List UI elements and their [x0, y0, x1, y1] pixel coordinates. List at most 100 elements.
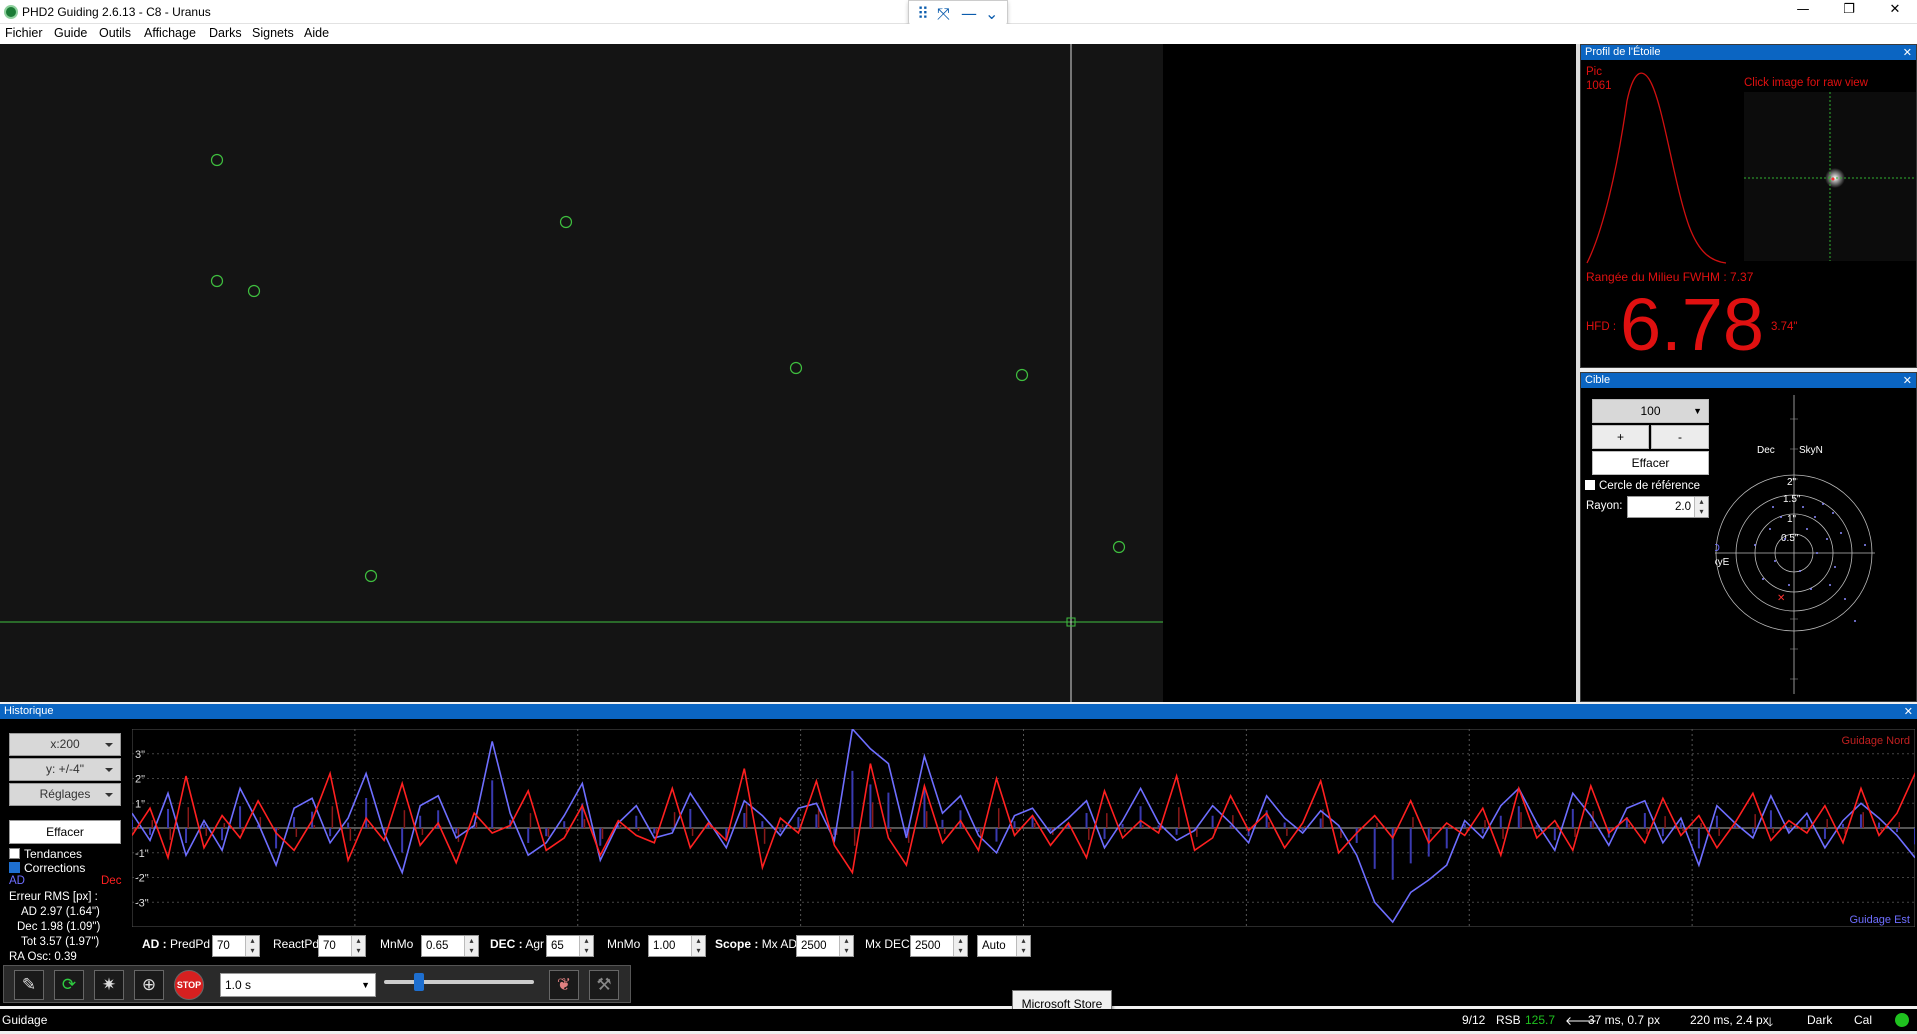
toolbar-group: ✎ ⟳ ✷ ⊕ STOP 1.0 s ▼ ❦ ⚒	[3, 965, 631, 1003]
ra-correction-bar	[203, 823, 206, 828]
exposure-select[interactable]: 1.0 s ▼	[220, 973, 376, 997]
zoom-select[interactable]: 100 ▼	[1592, 399, 1709, 423]
menu-guide[interactable]: Guide	[54, 26, 87, 40]
zoom-out-button[interactable]: -	[1651, 425, 1709, 449]
dec-correction-bar	[1124, 828, 1126, 832]
trends-checkbox[interactable]: Tendances	[9, 847, 82, 861]
predpd-input[interactable]: 70	[212, 935, 260, 957]
star-marker	[210, 153, 224, 167]
history-sidebar: x:200 y: +/-4" Réglages Effacer Tendance…	[0, 719, 128, 963]
ra-correction-bar	[1355, 828, 1358, 843]
target-point	[1784, 538, 1786, 540]
menu-fichier[interactable]: Fichier	[5, 26, 43, 40]
ra-correction-bar	[527, 828, 530, 843]
close-icon[interactable]: ✕	[1904, 704, 1913, 719]
close-button[interactable]: ✕	[1872, 0, 1917, 22]
y-tick-label: 2"	[135, 774, 145, 786]
ra-correction-bar	[329, 828, 332, 837]
stop-button[interactable]: STOP	[174, 970, 204, 1000]
scope-params-head: Scope : Mx AD	[715, 937, 797, 951]
target-plot: Dec SkyN 2" 1.5" 1" 0.5" SkyE AD ✕	[1715, 395, 1875, 694]
auto-select-star-icon[interactable]: ✷	[94, 970, 124, 1000]
dec-correction-bar	[1880, 828, 1882, 831]
checkbox-box[interactable]	[9, 862, 20, 873]
ra-correction-bar	[1319, 818, 1322, 828]
ra-correction-bar	[1409, 828, 1412, 864]
rms-tot: Tot 3.57 (1.97")	[21, 936, 100, 948]
x-scale-select[interactable]: x:200	[9, 733, 121, 756]
ra-correction-bar	[545, 828, 548, 837]
target-title: Cible	[1585, 374, 1611, 386]
snap-layout-bar[interactable]: ⠿ ⤧ — ⌄	[908, 0, 1008, 26]
dec-correction-bar	[475, 822, 478, 828]
menu-darks[interactable]: Darks	[209, 26, 242, 40]
brain-icon[interactable]: ❦	[549, 970, 579, 1000]
target-clear-button[interactable]: Effacer	[1592, 451, 1709, 475]
title-bar: PHD2 Guiding 2.6.13 - C8 - Uranus ⠿ ⤧ — …	[0, 0, 1917, 26]
dash-icon[interactable]: —	[961, 4, 977, 23]
star-overlay	[0, 44, 1163, 702]
gamma-slider-track[interactable]	[384, 980, 534, 984]
history-chart: 3" 2" 1" -1" -2" -3" Guidage Nord Guidage Est	[132, 729, 1915, 927]
dec-correction-bar	[763, 828, 766, 844]
gamma-slider-thumb[interactable]	[414, 973, 424, 991]
minimize-button[interactable]: —	[1780, 0, 1826, 22]
loop-icon[interactable]: ⟳	[54, 970, 84, 1000]
menu-affichage[interactable]: Affichage	[144, 26, 196, 40]
mxad-input[interactable]: 2500	[796, 935, 854, 957]
ref-circle-checkbox[interactable]: Cercle de référence	[1585, 480, 1700, 492]
ra-correction-bar	[1463, 823, 1466, 828]
mxdec-input[interactable]: 2500	[910, 935, 968, 957]
ra-correction-bar	[1914, 828, 1915, 845]
target-skyn-label: SkyN	[1799, 445, 1823, 456]
zoom-in-button[interactable]: +	[1592, 425, 1649, 449]
reactpd-input[interactable]: 70	[318, 935, 366, 957]
compress-icon[interactable]: ⤧	[937, 4, 950, 24]
camera-view[interactable]	[0, 44, 1576, 702]
close-icon[interactable]: ✕	[1903, 373, 1912, 388]
star-thumbnail[interactable]	[1744, 92, 1916, 261]
ref-circle-label: Cercle de référence	[1599, 480, 1700, 492]
target-ring-label: 2"	[1787, 477, 1797, 488]
menu-aide[interactable]: Aide	[304, 26, 329, 40]
close-icon[interactable]: ✕	[1903, 45, 1912, 60]
rms-ad: AD 2.97 (1.64")	[21, 906, 100, 918]
target-point	[1844, 598, 1846, 600]
target-skye-label: SkyE	[1715, 557, 1730, 568]
dec-correction-bar	[745, 804, 748, 828]
checkbox-box[interactable]	[9, 848, 20, 859]
chevron-down-icon[interactable]: ⌄	[985, 4, 998, 23]
dec-correction-bar	[1520, 812, 1522, 828]
mode-select[interactable]: Auto	[977, 935, 1031, 957]
menu-outils[interactable]: Outils	[99, 26, 131, 40]
mnmo-ra-input[interactable]: 0.65	[421, 935, 479, 957]
mnmo-dec-input[interactable]: 1.00	[648, 935, 706, 957]
chevron-down-icon: ▼	[361, 980, 370, 990]
maximize-button[interactable]: ❐	[1826, 0, 1872, 22]
dec-correction-bar	[601, 828, 604, 839]
settings-select[interactable]: Réglages	[9, 783, 121, 806]
ra-correction-bar	[1589, 821, 1592, 828]
menu-signets[interactable]: Signets	[252, 26, 294, 40]
wrench-icon[interactable]: ⚒	[589, 970, 619, 1000]
ra-correction-bar	[491, 780, 494, 828]
ra-correction-bar	[1679, 822, 1682, 828]
history-clear-button[interactable]: Effacer	[9, 820, 121, 844]
star-marker	[1112, 540, 1126, 554]
dec-correction-bar	[1106, 813, 1108, 828]
ra-correction-bar	[1841, 823, 1844, 828]
grip-icon[interactable]: ⠿	[917, 4, 929, 23]
y-scale-select[interactable]: y: +/-4"	[9, 758, 121, 781]
connect-gear-icon[interactable]: ✎	[14, 970, 44, 1000]
agr-input[interactable]: 65	[546, 935, 594, 957]
ra-correction-bar	[1157, 825, 1160, 828]
radius-input[interactable]: 2.0	[1627, 496, 1709, 518]
corrections-checkbox[interactable]: Corrections	[9, 861, 85, 875]
ra-correction-bar	[1139, 806, 1142, 828]
ra-correction-bar	[455, 828, 458, 834]
app-icon	[4, 5, 18, 19]
checkbox-box[interactable]	[1585, 480, 1595, 490]
star-profile-title: Profil de l'Étoile	[1585, 46, 1661, 58]
guide-target-icon[interactable]: ⊕	[134, 970, 164, 1000]
history-panel: Historique ✕ x:200 y: +/-4" Réglages Eff…	[0, 704, 1917, 963]
